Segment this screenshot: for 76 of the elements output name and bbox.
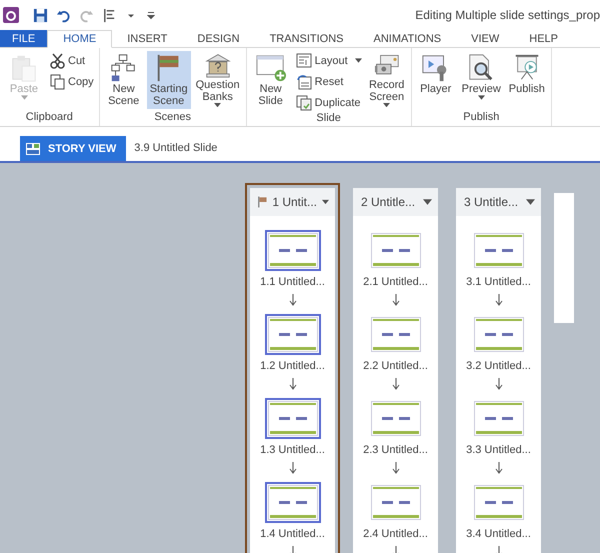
ribbon-button[interactable]: Starting Scene xyxy=(146,51,191,109)
scissors-icon xyxy=(49,52,65,68)
slide-thumbnail[interactable] xyxy=(264,398,320,439)
slide-label: 3.1 Untitled... xyxy=(466,276,531,288)
group-label: Clipboard xyxy=(24,111,74,125)
slide-label: 1.2 Untitled... xyxy=(260,360,325,372)
slide-label: 3.3 Untitled... xyxy=(466,444,531,456)
ribbon-button[interactable]: Duplicate xyxy=(294,93,364,112)
format-icon[interactable] xyxy=(102,8,117,22)
slide-thumbnail[interactable] xyxy=(264,482,320,523)
ribbon-button[interactable]: New Slide xyxy=(250,51,292,109)
group-label: Publish xyxy=(462,111,500,125)
caret-icon xyxy=(478,95,485,100)
caret-icon xyxy=(20,95,28,100)
ribbon-button[interactable]: New Scene xyxy=(102,51,145,109)
ribbon-button[interactable]: Record Screen xyxy=(366,51,408,109)
duplicate-icon xyxy=(296,94,312,110)
down-arrow-icon xyxy=(392,462,400,474)
caret-icon[interactable] xyxy=(526,199,535,205)
group-label: Scenes xyxy=(153,111,192,125)
ribbon-button[interactable]: Publish xyxy=(506,51,548,109)
scene-title: 1 Untit... xyxy=(272,195,318,209)
down-arrow-icon xyxy=(288,378,296,390)
window-title: Editing Multiple slide settings_prop xyxy=(414,8,600,22)
down-arrow-icon xyxy=(288,294,296,306)
slide-label: 1.4 Untitled... xyxy=(260,528,325,540)
caret-icon[interactable] xyxy=(423,199,432,205)
ribbon-button[interactable]: Reset xyxy=(294,72,364,91)
layout-icon xyxy=(296,52,312,68)
ribbon-tab[interactable]: FILE xyxy=(0,30,48,47)
ribbon-button[interactable]: Layout xyxy=(294,51,364,70)
slide-label: 1.3 Untitled... xyxy=(260,444,325,456)
caret-icon xyxy=(383,102,390,107)
story-view-tab[interactable]: STORY VIEW xyxy=(20,136,126,161)
down-arrow-icon xyxy=(392,378,400,390)
ribbon-tab[interactable]: TRANSITIONS xyxy=(254,30,359,47)
slide-label: 2.2 Untitled... xyxy=(363,360,428,372)
slide-label: 2.1 Untitled... xyxy=(363,276,428,288)
breadcrumb: 3.9 Untitled Slide xyxy=(134,142,218,154)
copy-icon xyxy=(49,74,65,90)
slide-thumbnail[interactable] xyxy=(264,230,320,271)
reset-icon xyxy=(296,74,312,90)
scene-title: 2 Untitle... xyxy=(361,195,416,209)
ribbon-tab[interactable]: INSERT xyxy=(112,30,182,47)
slide-label: 3.4 Untitled... xyxy=(466,528,531,540)
down-arrow-icon xyxy=(494,378,502,390)
scene-column[interactable]: 1 Untit... 1.1 Untitled... 1.2 Untitled... 1.3 Untitled... 1.4 Untitled... xyxy=(245,183,340,553)
caret-icon xyxy=(354,58,362,63)
ribbon-button[interactable]: Preview xyxy=(458,51,504,109)
down-arrow-icon xyxy=(392,294,400,306)
ribbon-tab[interactable]: VIEW xyxy=(456,30,514,47)
new-slide-icon xyxy=(256,53,286,83)
ribbon-button[interactable]: Copy xyxy=(47,72,96,91)
ribbon-button[interactable]: Player xyxy=(414,51,457,109)
slide-label: 1.1 Untitled... xyxy=(260,276,325,288)
ribbon-tab[interactable]: HOME xyxy=(47,30,112,48)
save-icon[interactable] xyxy=(33,8,48,22)
slide-label: 2.4 Untitled... xyxy=(363,528,428,540)
slide-thumbnail[interactable] xyxy=(264,314,320,355)
scene-title: 3 Untitle... xyxy=(464,195,518,209)
app-logo-icon xyxy=(3,7,19,23)
ribbon-tab[interactable]: ANIMATIONS xyxy=(358,30,456,47)
ribbon-tab[interactable]: HELP xyxy=(514,30,574,47)
caret-icon xyxy=(214,102,222,107)
ribbon-button[interactable]: Cut xyxy=(47,51,96,70)
caret-icon[interactable] xyxy=(322,199,329,205)
ribbon-tab[interactable]: DESIGN xyxy=(182,30,255,47)
down-arrow-icon xyxy=(494,294,502,306)
slide-label: 3.2 Untitled... xyxy=(466,360,531,372)
grid-icon xyxy=(26,142,40,154)
down-arrow-icon xyxy=(288,462,296,474)
slide-label: 2.3 Untitled... xyxy=(363,444,428,456)
group-label: Slide xyxy=(315,112,342,126)
down-arrow-icon xyxy=(494,462,502,474)
ribbon-button[interactable]: Question Banks xyxy=(192,51,243,109)
bank-icon xyxy=(202,53,233,79)
